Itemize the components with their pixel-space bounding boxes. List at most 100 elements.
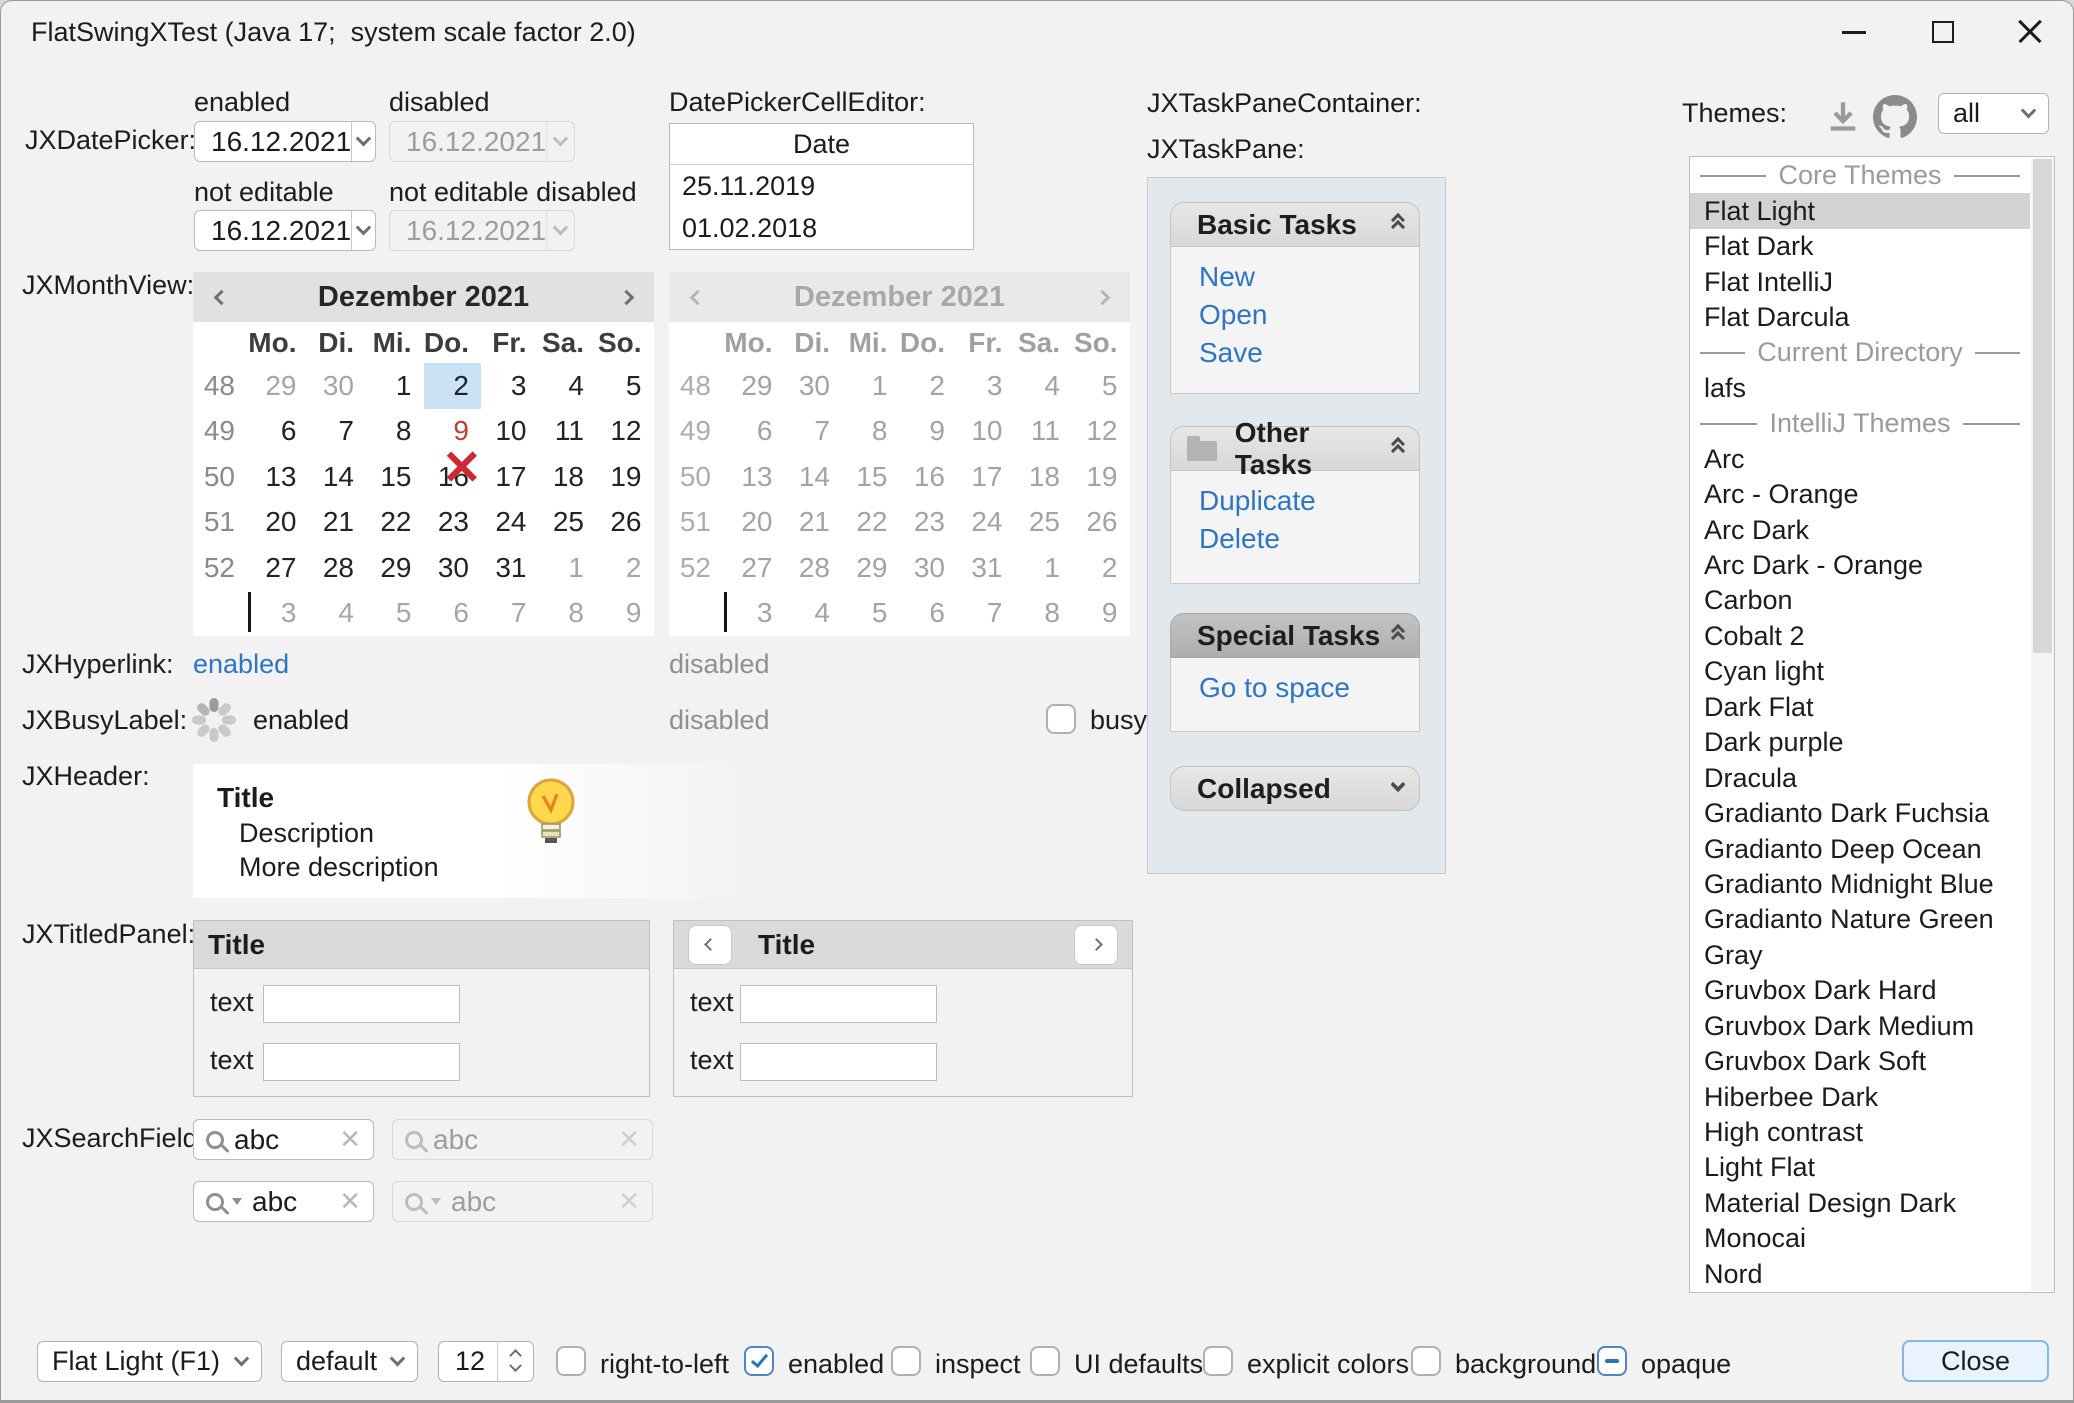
title-left-button[interactable]	[688, 925, 732, 965]
collapse-icon[interactable]	[1393, 629, 1403, 643]
datepicker-dropdown-button[interactable]	[351, 122, 375, 161]
calendar-day[interactable]: 3	[481, 363, 539, 409]
scrollbar-thumb[interactable]	[2033, 159, 2052, 653]
close-button[interactable]: Close	[1902, 1340, 2049, 1382]
calendar-day[interactable]: 30	[309, 363, 367, 409]
theme-list-item[interactable]: Gradianto Dark Fuchsia	[1690, 796, 2030, 831]
theme-list-item[interactable]: Hiberbee Dark	[1690, 1079, 2030, 1114]
calendar-day[interactable]: 22	[366, 500, 424, 546]
datepicker-dropdown-button[interactable]	[351, 211, 375, 250]
calendar-day[interactable]: 14	[309, 454, 367, 500]
calendar-day[interactable]: 16✕	[424, 454, 482, 500]
calendar-day[interactable]: 9	[424, 409, 482, 455]
calendar-day[interactable]: 21	[309, 500, 367, 546]
text-input[interactable]	[740, 985, 937, 1023]
calendar-day[interactable]: 20	[251, 500, 309, 546]
calendar-day[interactable]: 1	[539, 545, 597, 591]
calendar-day[interactable]: 23	[424, 500, 482, 546]
calendar-day[interactable]: 4	[309, 591, 367, 637]
calendar-day[interactable]: 15	[366, 454, 424, 500]
datepicker-enabled[interactable]: 16.12.2021	[194, 121, 376, 162]
theme-list-item[interactable]: Cyan light	[1690, 654, 2030, 689]
calendar-day[interactable]: 24	[481, 500, 539, 546]
calendar-day[interactable]: 13	[251, 454, 309, 500]
clear-search-icon[interactable]: ✕	[339, 1124, 361, 1155]
calendar-day[interactable]: 12	[596, 409, 654, 455]
checkbox-background[interactable]	[1411, 1346, 1441, 1376]
theme-list-item[interactable]: Gruvbox Dark Medium	[1690, 1009, 2030, 1044]
calendar-day[interactable]: 27	[251, 545, 309, 591]
calendar-day[interactable]: 8	[539, 591, 597, 637]
checkbox-busy[interactable]	[1046, 704, 1076, 734]
download-icon[interactable]	[1823, 99, 1863, 135]
task-link[interactable]: Duplicate	[1199, 485, 1419, 523]
scrollbar[interactable]	[2031, 158, 2054, 1291]
text-input[interactable]	[740, 1043, 937, 1081]
calendar-day[interactable]: 11	[539, 409, 597, 455]
theme-list-item[interactable]: Gray	[1690, 938, 2030, 973]
theme-list-item[interactable]: Dark purple	[1690, 725, 2030, 760]
calendar-day[interactable]: 30	[424, 545, 482, 591]
datepicker-not-editable-value[interactable]: 16.12.2021	[195, 211, 351, 250]
collapse-icon[interactable]	[1393, 442, 1403, 456]
theme-list-item[interactable]: Gradianto Nature Green	[1690, 902, 2030, 937]
search-field-with-menu[interactable]: abc ✕	[193, 1181, 374, 1222]
theme-list-item[interactable]: High contrast	[1690, 1115, 2030, 1150]
collapse-icon[interactable]	[1393, 218, 1403, 232]
calendar-day[interactable]: 31	[481, 545, 539, 591]
theme-list-item[interactable]: Flat Light	[1690, 193, 2030, 228]
calendar-day[interactable]: 2	[424, 363, 482, 409]
datepicker-not-editable[interactable]: 16.12.2021	[194, 210, 376, 251]
lookandfeel-combo[interactable]: Flat Light (F1)	[37, 1341, 262, 1382]
checkbox-explicit-colors[interactable]	[1203, 1346, 1233, 1376]
theme-list-item[interactable]: Gradianto Midnight Blue	[1690, 867, 2030, 902]
calendar-day[interactable]: 29	[366, 545, 424, 591]
theme-list-item[interactable]: Cobalt 2	[1690, 619, 2030, 654]
theme-list-item[interactable]: Arc Dark - Orange	[1690, 548, 2030, 583]
calendar-day[interactable]: 19	[596, 454, 654, 500]
calendar-day[interactable]: 3	[251, 591, 309, 637]
font-size-value[interactable]: 12	[439, 1342, 497, 1381]
theme-list-item[interactable]: Monocai	[1690, 1221, 2030, 1256]
calendar-day[interactable]: 9	[596, 591, 654, 637]
spinner-down-icon[interactable]	[509, 1359, 522, 1372]
calendar-day[interactable]: 1	[366, 363, 424, 409]
datepicker-enabled-value[interactable]: 16.12.2021	[195, 122, 351, 161]
maximize-button[interactable]	[1898, 1, 1988, 63]
calendar-day[interactable]: 25	[539, 500, 597, 546]
taskpane-header[interactable]: Basic Tasks	[1170, 202, 1420, 247]
text-input[interactable]	[263, 1043, 460, 1081]
close-window-button[interactable]	[1985, 1, 2074, 63]
task-link[interactable]: Open	[1199, 299, 1419, 337]
minimize-button[interactable]	[1809, 1, 1899, 63]
theme-list-item[interactable]: Dracula	[1690, 760, 2030, 795]
calendar-day[interactable]: 6	[251, 409, 309, 455]
calendar-day[interactable]: 6	[424, 591, 482, 637]
theme-list-item[interactable]: lafs	[1690, 371, 2030, 406]
calendar-day[interactable]: 17	[481, 454, 539, 500]
calendar-day[interactable]: 4	[539, 363, 597, 409]
task-link[interactable]: Go to space	[1199, 672, 1419, 710]
theme-list-item[interactable]: Carbon	[1690, 583, 2030, 618]
calendar-day[interactable]: 5	[366, 591, 424, 637]
search-input[interactable]: abc	[234, 1124, 279, 1156]
title-right-button[interactable]	[1074, 925, 1118, 965]
theme-list-item[interactable]: Nord	[1690, 1257, 2030, 1292]
taskpane-header[interactable]: Special Tasks	[1170, 613, 1420, 658]
calendar-day[interactable]: 29	[251, 363, 309, 409]
theme-list-item[interactable]: Flat Darcula	[1690, 300, 2030, 335]
expand-icon[interactable]	[1393, 788, 1403, 790]
table-header-date[interactable]: Date	[670, 124, 973, 165]
checkbox-ui-defaults[interactable]	[1030, 1346, 1060, 1376]
calendar-day[interactable]: 5	[596, 363, 654, 409]
calendar-day[interactable]: 28	[309, 545, 367, 591]
task-link[interactable]: Delete	[1199, 523, 1419, 561]
theme-list-item[interactable]: Gradianto Deep Ocean	[1690, 831, 2030, 866]
style-combo[interactable]: default	[281, 1341, 418, 1382]
task-link[interactable]: Save	[1199, 337, 1419, 375]
theme-list-item[interactable]: Material Design Dark	[1690, 1186, 2030, 1221]
themes-filter-combo[interactable]: all	[1938, 93, 2049, 134]
hyperlink-enabled[interactable]: enabled	[193, 647, 289, 681]
checkbox-enabled[interactable]	[744, 1346, 774, 1376]
github-icon[interactable]	[1873, 95, 1917, 139]
